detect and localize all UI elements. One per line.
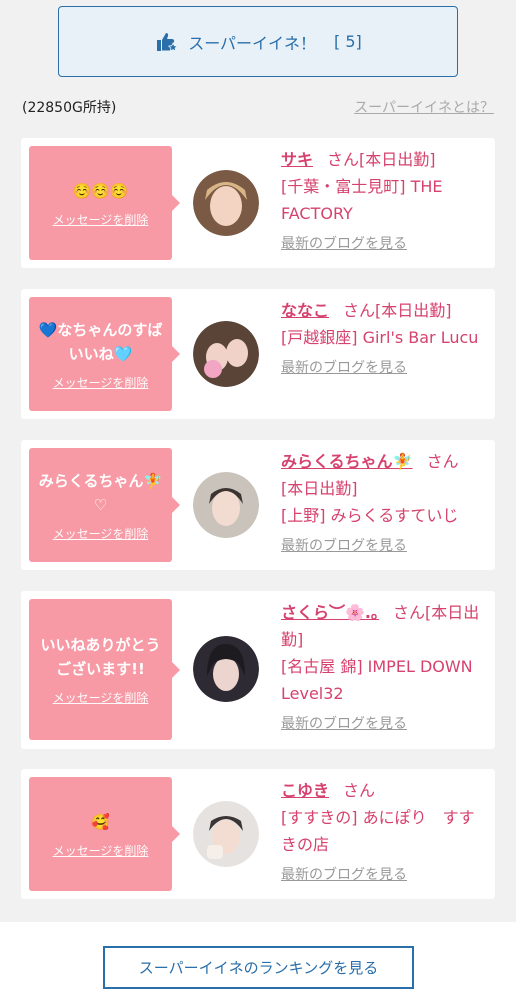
latest-blog-link[interactable]: 最新のブログを見る (281, 231, 486, 258)
list-item: みらくるちゃん🧚♡ メッセージを削除 みらくるちゃん🧚 さん [本日出勤] [上野… (21, 440, 495, 570)
cast-info: ななこ さん[本日出勤] [戸越銀座] Girl's Bar Lucu 最新のブロ… (281, 297, 486, 382)
cast-san: さん (426, 452, 459, 471)
avatar[interactable] (193, 801, 259, 867)
shop-name: [名古屋 錦] IMPEL DOWN Level32 (281, 657, 473, 703)
cast-status: さん[本日出勤] (327, 150, 436, 169)
latest-blog-link[interactable]: 最新のブログを見る (281, 711, 486, 738)
shop-name: [すすきの] あにぽり すすきの店 (281, 808, 475, 854)
cast-info: みらくるちゃん🧚 さん [本日出勤] [上野] みらくるすていじ 最新のブログを見… (281, 448, 486, 560)
avatar[interactable] (193, 472, 259, 538)
cast-name-link[interactable]: サキ (281, 150, 313, 169)
shop-name: [上野] みらくるすていじ (281, 506, 459, 525)
cast-info: サキ さん[本日出勤] [千葉・富士見町] THE FACTORY 最新のブログを… (281, 146, 486, 258)
avatar[interactable] (193, 170, 259, 236)
cast-status: さん (343, 781, 376, 800)
delete-message-link[interactable]: メッセージを削除 (53, 842, 149, 859)
latest-blog-link[interactable]: 最新のブログを見る (281, 355, 486, 382)
message-text: 💙なちゃんのすばいいね🩵 (38, 320, 163, 363)
message-bubble: 💙なちゃんのすばいいね🩵 メッセージを削除 (29, 297, 180, 411)
super-iine-button[interactable]: スーパーイイネ！ [ 5] (58, 6, 458, 77)
super-iine-label: スーパーイイネ！ (188, 33, 317, 53)
cast-name-link[interactable]: さくら︶🌸.｡ (281, 603, 379, 622)
avatar[interactable] (193, 636, 259, 702)
about-super-iine-link[interactable]: スーパーイイネとは？ (354, 97, 494, 117)
delete-message-link[interactable]: メッセージを削除 (53, 374, 149, 391)
cast-status: [本日出勤] (281, 479, 358, 498)
message-text: 🥰 (91, 812, 110, 831)
message-bubble: 🥰 メッセージを削除 (29, 777, 180, 891)
list-item: いいねありがとうございます!! メッセージを削除 さくら︶🌸.｡ さん[本日出勤]… (21, 591, 495, 749)
cast-name-link[interactable]: こゆき (281, 781, 329, 800)
cast-status: さん[本日出勤] (343, 301, 452, 320)
ranking-button[interactable]: スーパーイイネのランキングを見る (103, 946, 414, 989)
message-text: ☺️☺️☺️ (72, 181, 129, 200)
delete-message-link[interactable]: メッセージを削除 (53, 211, 149, 228)
message-bubble: みらくるちゃん🧚♡ メッセージを削除 (29, 448, 180, 562)
delete-message-link[interactable]: メッセージを削除 (53, 689, 149, 706)
cast-info: こゆき さん [すすきの] あにぽり すすきの店 最新のブログを見る (281, 777, 486, 889)
latest-blog-link[interactable]: 最新のブログを見る (281, 862, 486, 889)
cast-name-link[interactable]: みらくるちゃん🧚 (281, 452, 413, 471)
message-text: いいねありがとうございます!! (40, 636, 161, 678)
avatar[interactable] (193, 321, 259, 387)
cast-info: さくら︶🌸.｡ さん[本日出勤] [名古屋 錦] IMPEL DOWN Level… (281, 599, 486, 738)
shop-name: [千葉・富士見町] THE FACTORY (281, 177, 443, 223)
message-bubble: いいねありがとうございます!! メッセージを削除 (29, 599, 180, 740)
cast-name-link[interactable]: ななこ (281, 301, 329, 320)
delete-message-link[interactable]: メッセージを削除 (53, 525, 149, 542)
super-iine-count: [ 5] (334, 32, 362, 51)
list-item: ☺️☺️☺️ メッセージを削除 サキ さん[本日出勤] [千葉・富士見町] THE… (21, 138, 495, 268)
list-item: 💙なちゃんのすばいいね🩵 メッセージを削除 ななこ さん[本日出勤] [戸越銀座]… (21, 289, 495, 419)
shop-name: [戸越銀座] Girl's Bar Lucu (281, 328, 479, 347)
latest-blog-link[interactable]: 最新のブログを見る (281, 533, 486, 560)
message-text: みらくるちゃん🧚♡ (38, 471, 163, 514)
thumbs-up-star-icon (154, 29, 180, 55)
balance-text: (22850G所持) (22, 100, 117, 116)
list-item: 🥰 メッセージを削除 こゆき さん [すすきの] あにぽり すすきの店 最新のブロ… (21, 769, 495, 899)
message-bubble: ☺️☺️☺️ メッセージを削除 (29, 146, 180, 260)
